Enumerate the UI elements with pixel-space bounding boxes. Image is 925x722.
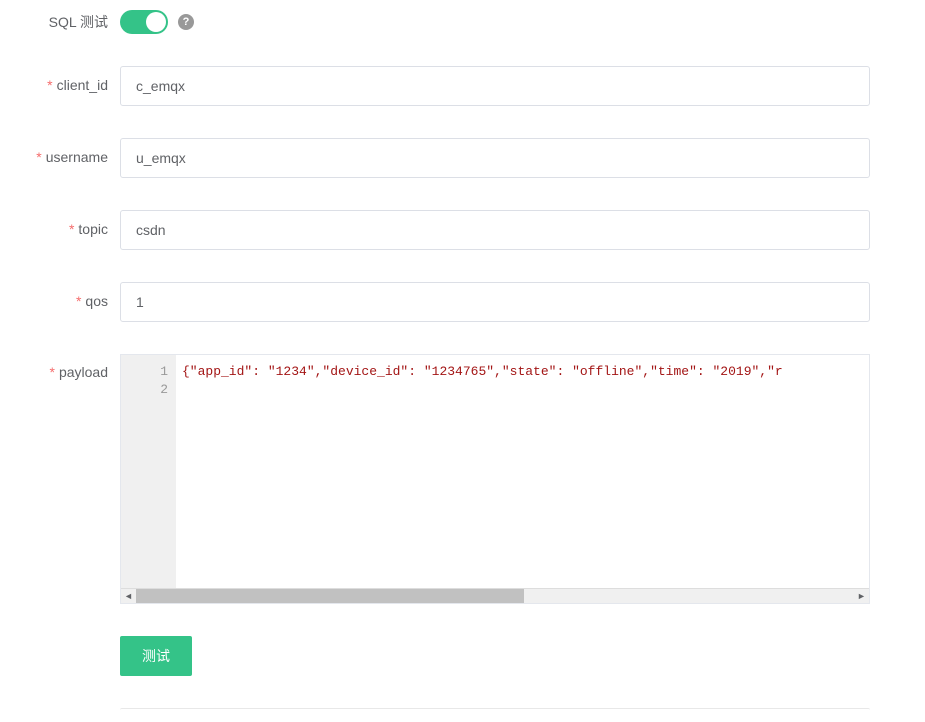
sql-test-toggle[interactable] [120,10,168,34]
topic-input[interactable] [120,210,870,250]
sql-test-form: SQL 测试 ? *client_id *username *topic [10,10,870,712]
required-asterisk: * [47,77,52,93]
scroll-left-icon[interactable]: ◄ [121,589,136,604]
test-button[interactable]: 测试 [120,636,192,676]
help-icon[interactable]: ? [178,14,194,30]
required-asterisk: * [50,364,55,380]
required-asterisk: * [76,293,81,309]
sql-toggle-label: SQL 测试 [49,14,108,30]
qos-row: *qos [10,282,870,322]
client-id-input[interactable] [120,66,870,106]
payload-code-content[interactable]: {"app_id": "1234","device_id": "1234765"… [176,355,869,588]
section-divider [120,708,870,712]
sql-toggle-row: SQL 测试 ? [10,10,870,34]
qos-input[interactable] [120,282,870,322]
qos-label: qos [85,293,108,309]
payload-label: payload [59,364,108,380]
payload-editor[interactable]: 1 2 {"app_id": "1234","device_id": "1234… [120,354,870,604]
scroll-track[interactable] [136,589,854,604]
client-id-row: * client_id [10,66,870,106]
submit-row: 测试 [10,636,870,676]
scroll-thumb[interactable] [136,589,524,604]
username-row: * username [10,138,870,178]
line-number: 1 [121,363,168,381]
client-id-label: client_id [57,77,108,93]
username-input[interactable] [120,138,870,178]
horizontal-scrollbar[interactable]: ◄ ► [121,588,869,603]
required-asterisk: * [36,149,41,165]
topic-label: topic [78,221,108,237]
topic-row: *topic [10,210,870,250]
required-asterisk: * [69,221,74,237]
line-number: 2 [121,381,168,399]
toggle-knob [146,12,166,32]
line-number-gutter: 1 2 [121,355,176,588]
payload-row: *payload 1 2 {"app_id": "1234","device_i… [10,354,870,604]
username-label: username [46,149,108,165]
scroll-right-icon[interactable]: ► [854,589,869,604]
